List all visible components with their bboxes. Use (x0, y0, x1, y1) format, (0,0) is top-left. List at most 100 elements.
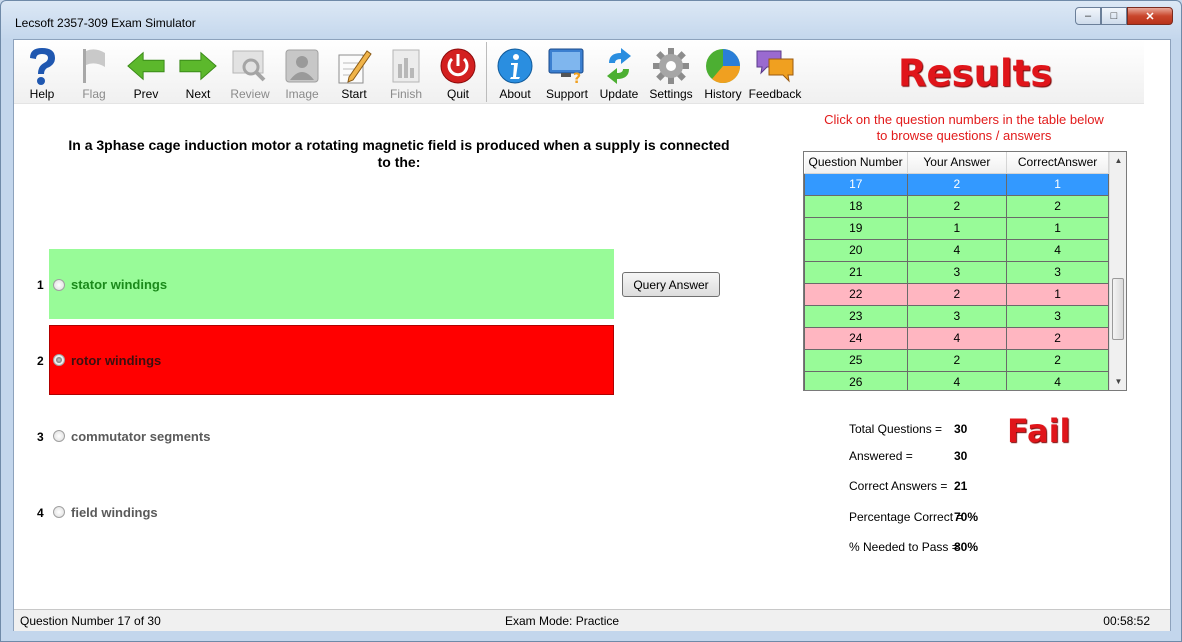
update-icon (599, 46, 639, 86)
results-table[interactable]: Question Number Your Answer CorrectAnswe… (803, 151, 1127, 391)
cell-question-number[interactable]: 25 (804, 348, 908, 372)
column-correct-answer[interactable]: CorrectAnswer (1006, 152, 1109, 174)
cell-correct-answer: 1 (1006, 216, 1109, 240)
question-text: In a 3phase cage induction motor a rotat… (68, 137, 730, 170)
status-exam-mode: Exam Mode: Practice (505, 614, 620, 628)
cell-correct-answer: 3 (1006, 304, 1109, 328)
table-row[interactable]: 24 4 2 (804, 326, 1109, 350)
cell-question-number[interactable]: 19 (804, 216, 908, 240)
results-title: Results (898, 52, 1053, 95)
total-questions-label: Total Questions = (849, 422, 943, 436)
close-button[interactable]: ✕ (1127, 7, 1173, 25)
image-icon (282, 46, 322, 86)
option-1-label: stator windings (71, 277, 168, 292)
option-4-radio[interactable] (53, 506, 65, 518)
close-icon: ✕ (1145, 10, 1155, 23)
arrow-right-icon (178, 46, 218, 86)
cell-your-answer: 4 (906, 370, 1008, 390)
prev-button[interactable]: Prev (120, 42, 172, 102)
power-icon (438, 46, 478, 86)
cell-your-answer: 2 (906, 348, 1008, 372)
results-table-body: 17 2 1 18 2 2 19 1 1 20 4 4 21 3 3 22 2 1 23 3 3 24 4 2 25 2 2 26 4 4 (804, 172, 1109, 390)
flag-button[interactable]: Flag (68, 42, 120, 102)
table-row[interactable]: 23 3 3 (804, 304, 1109, 328)
flag-icon (74, 46, 114, 86)
window-title: Lecsoft 2357-309 Exam Simulator (15, 16, 196, 30)
image-button[interactable]: Image (276, 42, 328, 102)
cell-correct-answer: 4 (1006, 370, 1109, 390)
column-question-number[interactable]: Question Number (804, 152, 908, 174)
scroll-thumb[interactable] (1112, 278, 1124, 340)
cell-your-answer: 2 (906, 172, 1008, 196)
info-icon (495, 46, 535, 86)
cell-correct-answer: 1 (1006, 172, 1109, 196)
cell-correct-answer: 2 (1006, 194, 1109, 218)
needed-to-pass-value: 80% (954, 540, 979, 554)
option-3-radio[interactable] (53, 430, 65, 442)
needed-to-pass-label: % Needed to Pass = (849, 540, 959, 554)
help-icon (22, 46, 62, 86)
cell-question-number[interactable]: 17 (804, 172, 908, 196)
option-1-radio[interactable] (53, 279, 65, 291)
option-3-label[interactable]: commutator segments (71, 429, 210, 444)
cell-correct-answer: 2 (1006, 348, 1109, 372)
option-2-radio[interactable] (53, 354, 65, 366)
gear-icon (651, 46, 691, 86)
cell-question-number[interactable]: 26 (804, 370, 908, 390)
window-controls: – □ ✕ (1075, 7, 1173, 25)
answered-value: 30 (954, 449, 968, 463)
table-row[interactable]: 19 1 1 (804, 216, 1109, 240)
cell-your-answer: 2 (906, 194, 1008, 218)
maximize-button[interactable]: □ (1101, 7, 1127, 25)
option-4-label[interactable]: field windings (71, 505, 158, 520)
review-button[interactable]: Review (224, 42, 276, 102)
cell-correct-answer: 1 (1006, 282, 1109, 306)
help-button[interactable]: Help (16, 42, 68, 102)
column-your-answer[interactable]: Your Answer (907, 152, 1008, 174)
verdict-text: Fail (1007, 412, 1071, 450)
cell-your-answer: 4 (906, 238, 1008, 262)
cell-question-number[interactable]: 18 (804, 194, 908, 218)
cell-question-number[interactable]: 24 (804, 326, 908, 350)
cell-question-number[interactable]: 20 (804, 238, 908, 262)
arrow-left-icon (126, 46, 166, 86)
start-icon (334, 46, 374, 86)
settings-button[interactable]: Settings (645, 42, 697, 102)
table-row[interactable]: 25 2 2 (804, 348, 1109, 372)
table-row[interactable]: 26 4 4 (804, 370, 1109, 390)
finish-button[interactable]: Finish (380, 42, 432, 102)
table-row[interactable]: 18 2 2 (804, 194, 1109, 218)
quit-button[interactable]: Quit (432, 42, 484, 102)
history-button[interactable]: History (697, 42, 749, 102)
table-row[interactable]: 17 2 1 (804, 172, 1109, 196)
results-scrollbar[interactable]: ▲ ▼ (1109, 152, 1126, 390)
support-icon: ? (547, 46, 587, 86)
cell-question-number[interactable]: 23 (804, 304, 908, 328)
table-row[interactable]: 20 4 4 (804, 238, 1109, 262)
scroll-up-icon[interactable]: ▲ (1110, 152, 1126, 169)
title-bar[interactable]: Lecsoft 2357-309 Exam Simulator – □ ✕ (1, 1, 1181, 33)
about-button[interactable]: About (489, 42, 541, 102)
cell-your-answer: 1 (906, 216, 1008, 240)
percentage-correct-label: Percentage Correct = (849, 510, 964, 524)
cell-correct-answer: 2 (1006, 326, 1109, 350)
next-button[interactable]: Next (172, 42, 224, 102)
support-button[interactable]: ? Support (541, 42, 593, 102)
table-row[interactable]: 22 2 1 (804, 282, 1109, 306)
toolbar: Help Flag Prev Next Review Image Start F… (14, 40, 1144, 104)
minimize-button[interactable]: – (1075, 7, 1101, 25)
query-answer-button[interactable]: Query Answer (622, 272, 720, 297)
finish-icon (386, 46, 426, 86)
update-button[interactable]: Update (593, 42, 645, 102)
feedback-icon (755, 46, 795, 86)
feedback-button[interactable]: Feedback (749, 42, 801, 102)
client-area: Help Flag Prev Next Review Image Start F… (13, 39, 1171, 631)
scroll-down-icon[interactable]: ▼ (1110, 373, 1126, 390)
correct-answers-label: Correct Answers = (849, 479, 948, 493)
table-row[interactable]: 21 3 3 (804, 260, 1109, 284)
cell-question-number[interactable]: 21 (804, 260, 908, 284)
results-table-header: Question Number Your Answer CorrectAnswe… (804, 152, 1109, 174)
results-instruction: Click on the question numbers in the tab… (824, 112, 1104, 143)
cell-question-number[interactable]: 22 (804, 282, 908, 306)
start-button[interactable]: Start (328, 42, 380, 102)
